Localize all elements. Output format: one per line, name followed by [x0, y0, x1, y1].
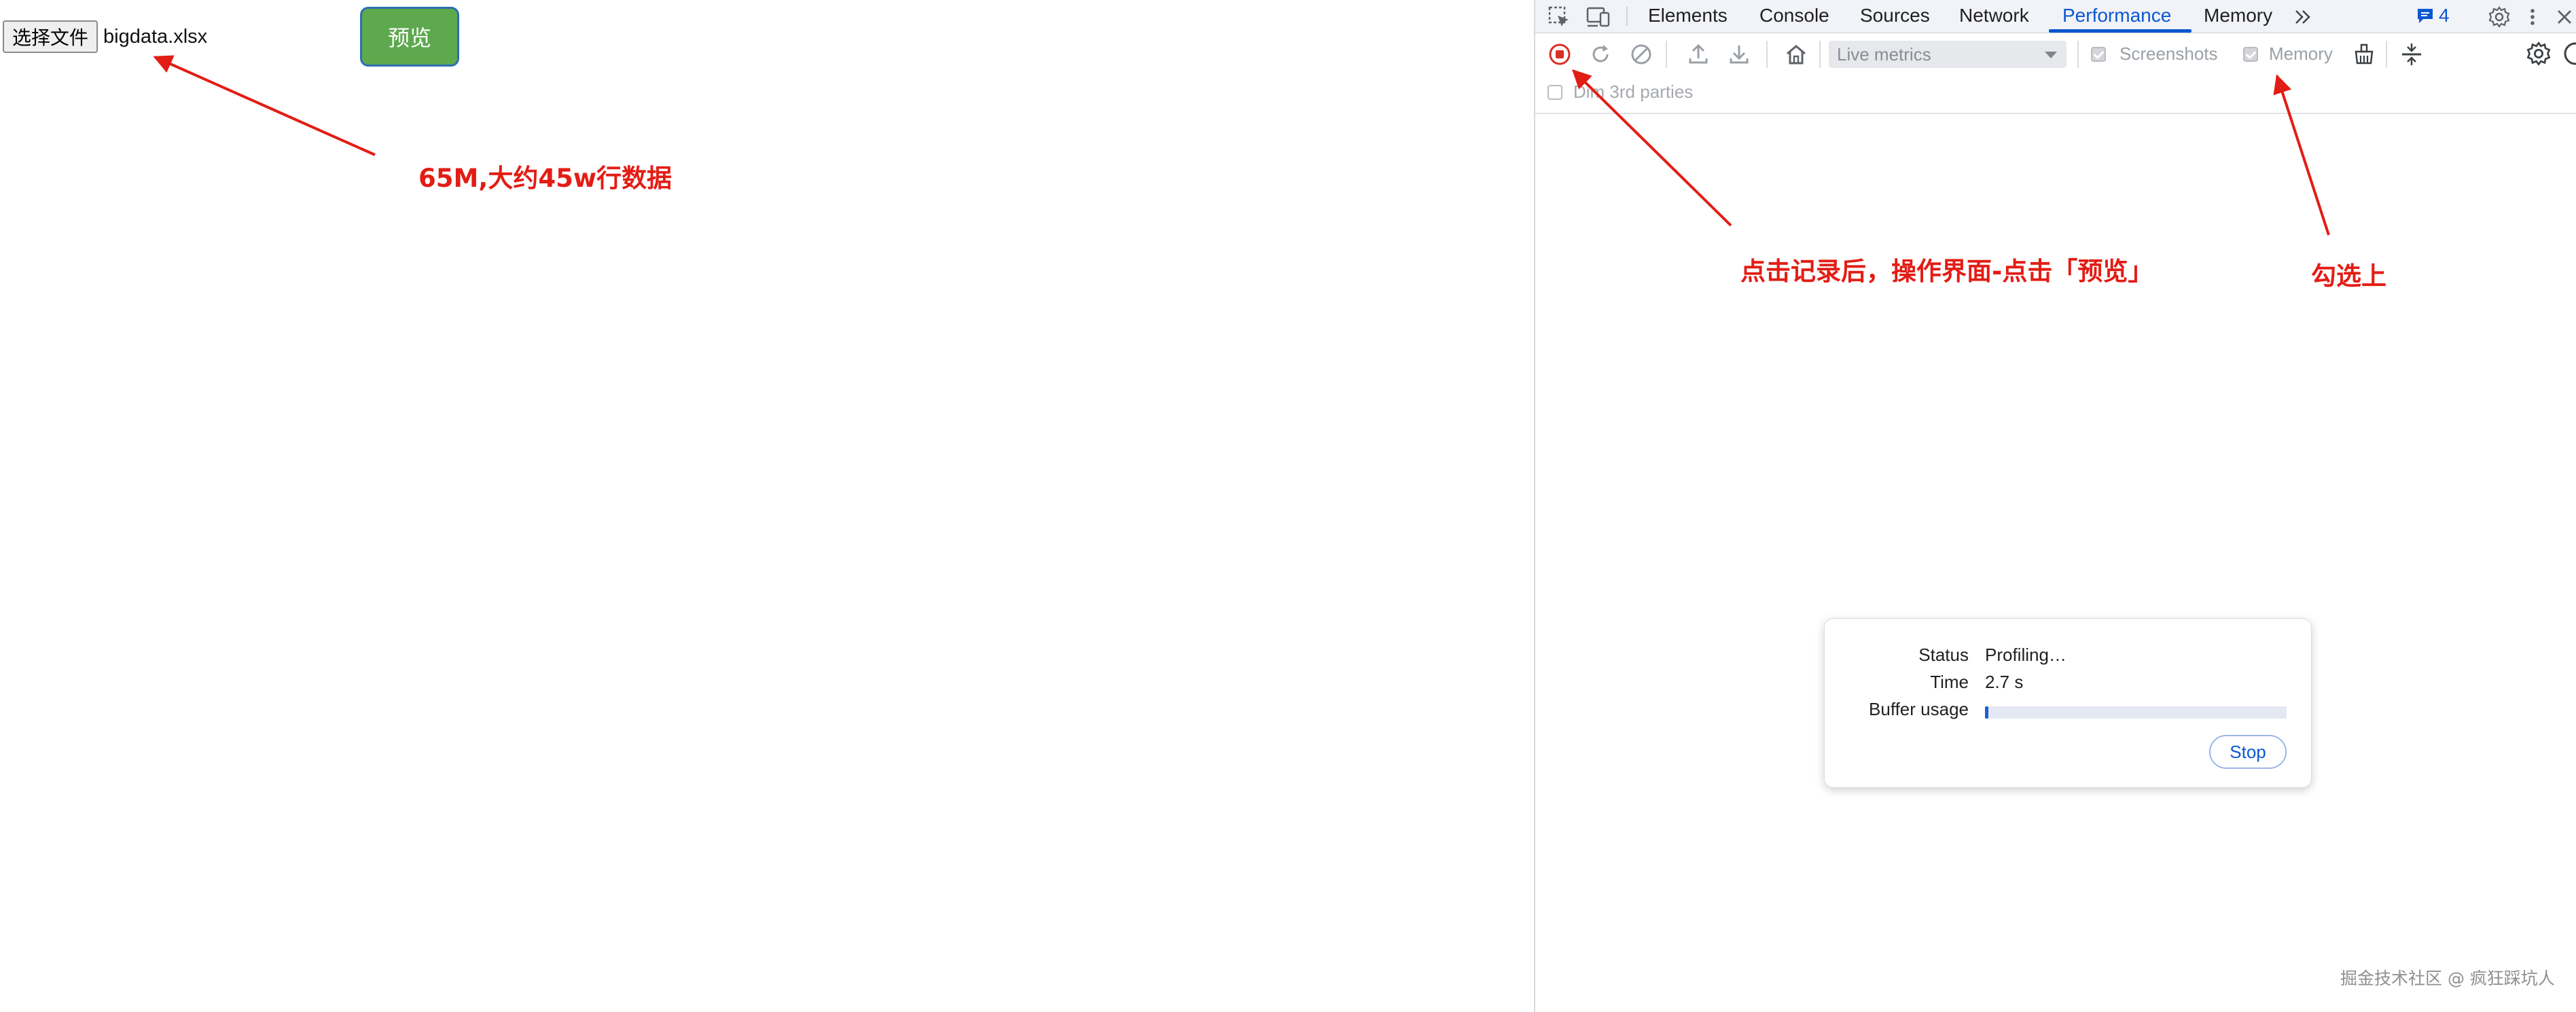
screenshots-label: Screenshots	[2119, 43, 2218, 64]
help-icon[interactable]	[2562, 41, 2576, 67]
devtools-tabbar: Elements Console Sources Network Perform…	[1535, 0, 2576, 33]
devtools-panel: Elements Console Sources Network Perform…	[1534, 0, 2576, 1012]
clear-icon[interactable]	[1629, 42, 1653, 67]
capture-settings-gear-icon[interactable]	[2526, 41, 2552, 67]
tab-performance[interactable]: Performance	[2062, 0, 2171, 33]
dim-third-parties-checkbox[interactable]	[1548, 85, 1562, 100]
file-size-annotation: 65M,大约45w行数据	[418, 164, 673, 193]
more-tabs-chevron-icon[interactable]	[2293, 8, 2314, 26]
record-annotation: 点击记录后，操作界面-点击「预览」	[1740, 257, 2153, 286]
check-annotation: 勾选上	[2311, 261, 2386, 291]
memory-label: Memory	[2269, 43, 2333, 64]
preview-button[interactable]: 预览	[360, 7, 459, 67]
tab-separator	[1626, 7, 1628, 26]
download-profile-icon[interactable]	[1727, 42, 1751, 67]
memory-checkbox[interactable]	[2243, 47, 2258, 62]
buffer-usage-label: Buffer usage	[1869, 699, 1969, 719]
chevron-down-icon	[2045, 52, 2057, 58]
buffer-usage-fill	[1985, 706, 1989, 719]
time-label: Time	[1930, 672, 1969, 692]
stop-button[interactable]: Stop	[2209, 735, 2287, 769]
active-tab-indicator	[2049, 29, 2192, 33]
tab-memory[interactable]: Memory	[2204, 0, 2272, 33]
live-metrics-label: Live metrics	[1837, 44, 1931, 65]
watermark: 掘金技术社区 @ 疯狂踩坑人	[2340, 969, 2555, 988]
device-toolbar-icon[interactable]	[1586, 5, 1611, 29]
toolbar-separator	[2077, 41, 2079, 68]
live-metrics-dropdown[interactable]: Live metrics	[1829, 41, 2067, 68]
toolbar-separator	[1666, 41, 1667, 68]
inspect-element-icon[interactable]	[1548, 5, 1571, 29]
reload-record-icon[interactable]	[1588, 42, 1613, 67]
tab-console[interactable]: Console	[1759, 0, 1829, 33]
record-button-icon[interactable]	[1548, 42, 1572, 67]
web-page: 选择文件 bigdata.xlsx 预览 65M,大约45w行数据	[0, 0, 1533, 1012]
collapse-tracks-icon[interactable]	[2398, 41, 2425, 68]
status-value: Profiling…	[1985, 645, 2067, 665]
issues-icon[interactable]	[2416, 7, 2436, 26]
profiling-status-dialog: Status Profiling… Time 2.7 s Buffer usag…	[1824, 618, 2312, 788]
toolbar-separator	[2386, 41, 2387, 68]
tab-sources[interactable]: Sources	[1860, 0, 1930, 33]
toolbar-separator	[1766, 41, 1768, 68]
dim-third-parties-label: Dim 3rd parties	[1573, 82, 1694, 102]
garbage-collect-icon[interactable]	[2352, 42, 2376, 67]
status-label: Status	[1918, 645, 1969, 665]
screenshots-checkbox[interactable]	[2091, 47, 2106, 62]
settings-gear-icon[interactable]	[2488, 5, 2511, 29]
toolbar-separator	[1819, 41, 1821, 68]
issues-count[interactable]: 4	[2439, 0, 2450, 31]
time-value: 2.7 s	[1985, 672, 2024, 692]
selected-file-name: bigdata.xlsx	[103, 26, 208, 48]
close-devtools-icon[interactable]	[2554, 7, 2575, 27]
more-options-icon[interactable]	[2527, 5, 2538, 29]
buffer-usage-bar	[1985, 706, 2287, 719]
home-icon[interactable]	[1784, 42, 1808, 67]
choose-file-button[interactable]: 选择文件	[3, 20, 98, 53]
tab-elements[interactable]: Elements	[1648, 0, 1728, 33]
upload-profile-icon[interactable]	[1686, 42, 1711, 67]
tab-network[interactable]: Network	[1959, 0, 2029, 33]
